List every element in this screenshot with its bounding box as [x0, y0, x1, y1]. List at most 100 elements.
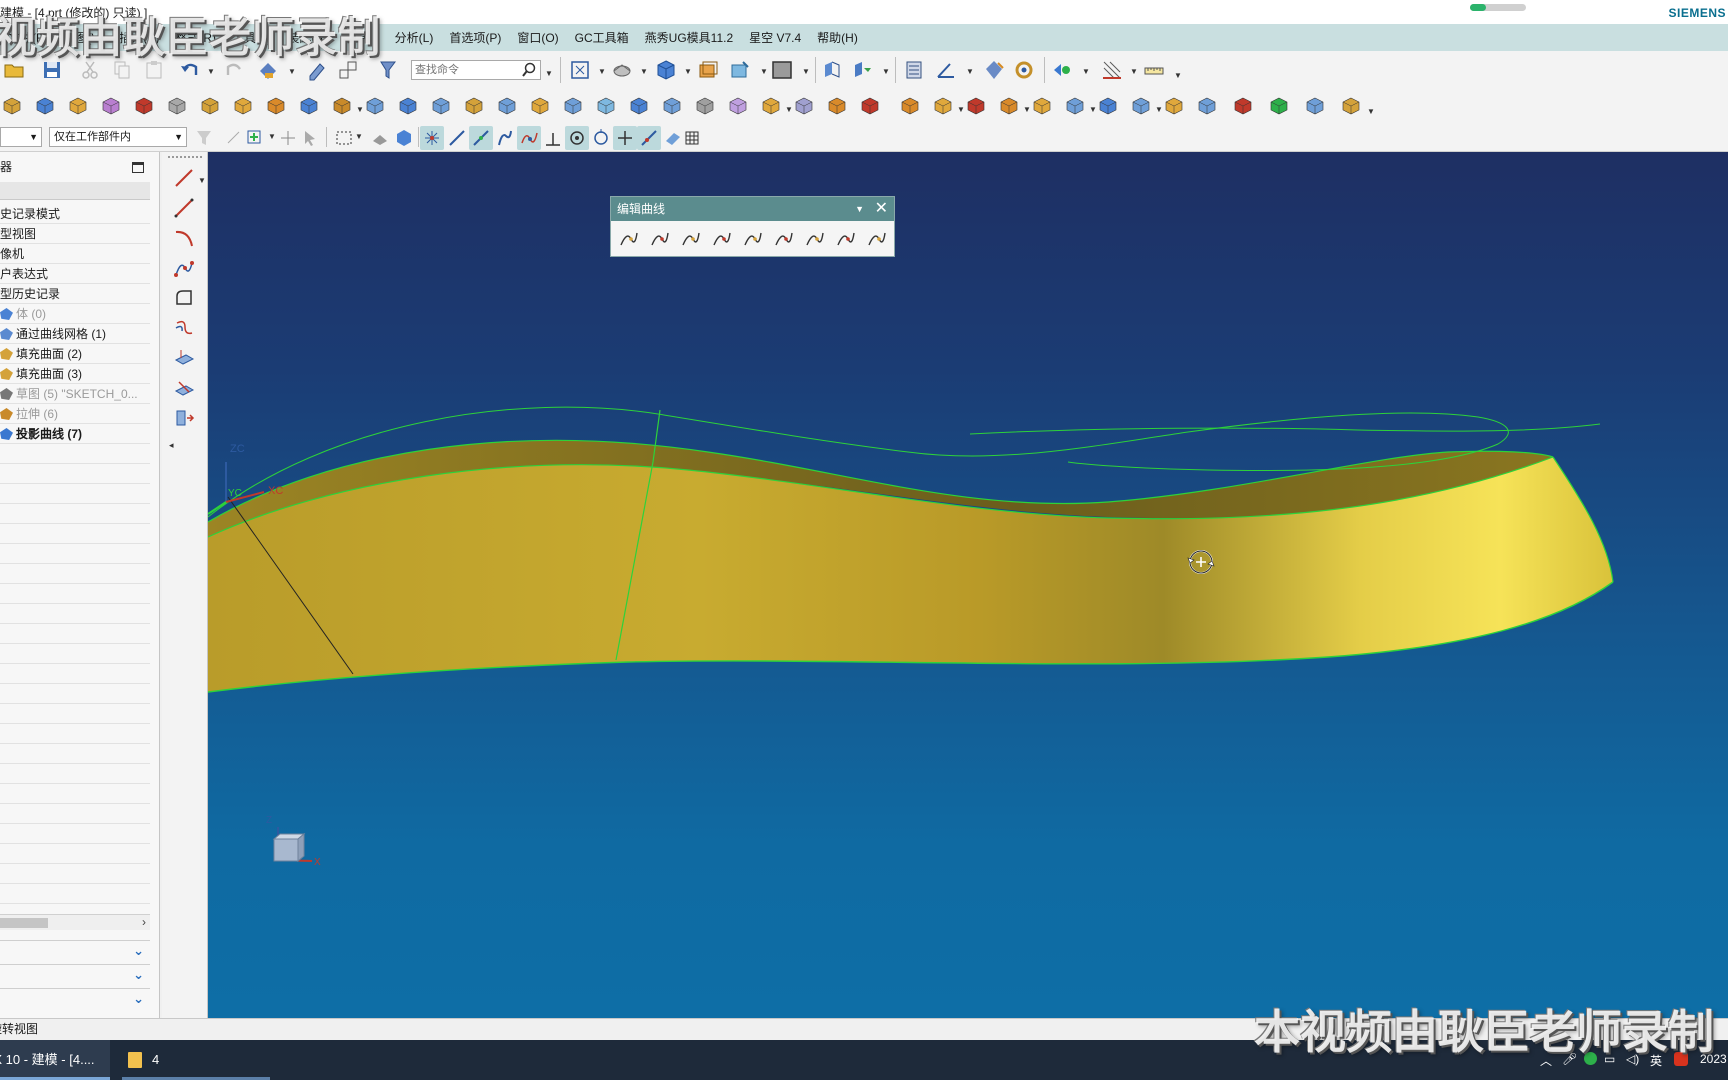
- background-color-icon[interactable]: [770, 58, 794, 82]
- rectangle-select-icon[interactable]: [332, 126, 356, 150]
- snap-point-icon[interactable]: [243, 126, 267, 150]
- intersection-curve-icon[interactable]: [172, 376, 196, 400]
- control-point-snap-icon[interactable]: [517, 126, 541, 150]
- measure-angle-icon[interactable]: [934, 58, 958, 82]
- edit-curve-params-icon[interactable]: [617, 227, 641, 251]
- arc-length-icon[interactable]: [803, 227, 827, 251]
- smooth-spline-icon[interactable]: [834, 227, 858, 251]
- center-snap-icon[interactable]: [565, 126, 589, 150]
- analysis-icon[interactable]: [1339, 94, 1363, 118]
- show-hide-icon[interactable]: [1050, 58, 1074, 82]
- copy-icon[interactable]: [110, 58, 134, 82]
- 3d-scene[interactable]: ZC XC YC Z X: [208, 152, 1728, 1018]
- command-finder-icon[interactable]: [256, 58, 280, 82]
- section-icon[interactable]: [1195, 94, 1219, 118]
- menu-item-2[interactable]: 插入(S): [111, 29, 167, 46]
- command-finder-dropdown-icon[interactable]: ▼: [288, 67, 296, 76]
- nsided-icon[interactable]: [1303, 94, 1327, 118]
- part-navigator-icon[interactable]: [902, 58, 926, 82]
- background-dropdown-icon[interactable]: ▼: [802, 67, 810, 76]
- sphere-icon[interactable]: [132, 94, 156, 118]
- extend-icon[interactable]: [1030, 94, 1054, 118]
- trim-corner-icon[interactable]: [679, 227, 703, 251]
- menu-item-3[interactable]: 格式(R): [167, 29, 224, 46]
- menu-item-11[interactable]: 燕秀UG模具11.2: [637, 29, 741, 46]
- paste-icon[interactable]: [142, 58, 166, 82]
- menu-item-0[interactable]: 文件(F): [0, 29, 55, 46]
- split-icon[interactable]: [997, 94, 1021, 118]
- menu-item-5[interactable]: 装配(A): [279, 29, 335, 46]
- navigator-row[interactable]: 投影曲线 (7): [0, 424, 150, 444]
- redo-icon[interactable]: [222, 58, 246, 82]
- menu-item-10[interactable]: GC工具箱: [567, 29, 637, 46]
- point-on-curve-snap-icon[interactable]: [637, 126, 661, 150]
- trim-curve-icon[interactable]: [648, 227, 672, 251]
- existing-point-snap-icon[interactable]: [613, 126, 637, 150]
- edit-points-icon[interactable]: [865, 227, 889, 251]
- maximize-icon[interactable]: [132, 162, 144, 173]
- grid-select-icon[interactable]: [680, 126, 704, 150]
- rectangle-select-dropdown-icon[interactable]: ▼: [355, 132, 363, 141]
- layer-settings-icon[interactable]: [696, 58, 720, 82]
- move-to-layer-icon[interactable]: [728, 58, 752, 82]
- quadrant-snap-icon[interactable]: [589, 126, 613, 150]
- midpoint-snap-icon[interactable]: [469, 126, 493, 150]
- cut-icon[interactable]: [78, 58, 102, 82]
- taskbar-folder[interactable]: 4: [122, 1040, 272, 1080]
- arc-icon[interactable]: [172, 226, 196, 250]
- offset-curve-icon[interactable]: [172, 316, 196, 340]
- navigator-row[interactable]: 模型视图: [0, 224, 150, 244]
- open-folder-icon[interactable]: [2, 58, 26, 82]
- snap-dropdown-icon[interactable]: ▼: [268, 132, 276, 141]
- attribute-icon[interactable]: [982, 58, 1006, 82]
- chevron-right-icon[interactable]: ›: [142, 915, 146, 929]
- sweep-icon[interactable]: [330, 94, 354, 118]
- edit-object-display-icon[interactable]: [306, 58, 330, 82]
- navigator-row[interactable]: 体 (0): [0, 304, 150, 324]
- chamfer-icon[interactable]: [660, 94, 684, 118]
- navigator-row[interactable]: 历史记录模式: [0, 204, 150, 224]
- render-style-icon[interactable]: [610, 58, 634, 82]
- ruler-dropdown-icon[interactable]: ▼: [1174, 71, 1182, 80]
- search-icon[interactable]: [522, 62, 536, 81]
- navigator-row[interactable]: 模型历史记录: [0, 284, 150, 304]
- layer-dropdown-icon[interactable]: ▼: [760, 67, 768, 76]
- studio-surface-icon[interactable]: [1231, 94, 1255, 118]
- ime-indicator[interactable]: 英: [1650, 1052, 1662, 1069]
- menu-item-6[interactable]: 信息(I): [335, 29, 386, 46]
- menu-item-7[interactable]: 分析(L): [387, 29, 442, 46]
- undo-icon[interactable]: [178, 58, 202, 82]
- array-icon[interactable]: [264, 94, 288, 118]
- navigator-row[interactable]: 填充曲面 (3): [0, 364, 150, 384]
- sew-icon[interactable]: [858, 94, 882, 118]
- curve-snap-icon[interactable]: [493, 126, 517, 150]
- search-options-dropdown-icon[interactable]: ▼: [545, 69, 553, 78]
- line-tool-dropdown-icon[interactable]: ▼: [198, 176, 206, 185]
- volume-icon[interactable]: ◁): [1626, 1052, 1639, 1066]
- extract-curve-icon[interactable]: [172, 406, 196, 430]
- menu-item-8[interactable]: 首选项(P): [441, 29, 509, 46]
- command-search-box[interactable]: [411, 60, 541, 80]
- edit-curve-toolbar[interactable]: 编辑曲线 ▼ ✕: [610, 196, 895, 257]
- menu-item-9[interactable]: 窗口(O): [509, 29, 566, 46]
- bearing-tool-icon[interactable]: [1012, 58, 1036, 82]
- network-icon[interactable]: ▭: [1604, 1052, 1615, 1066]
- view-triad[interactable]: Z X: [266, 815, 321, 868]
- hole-icon[interactable]: [165, 94, 189, 118]
- chevron-down-icon[interactable]: ⌄: [133, 991, 144, 1007]
- shaded-cube-dropdown-icon[interactable]: ▼: [684, 67, 692, 76]
- shell-icon[interactable]: [693, 94, 717, 118]
- undo-dropdown-icon[interactable]: ▼: [207, 67, 215, 76]
- command-search-input[interactable]: [412, 61, 512, 79]
- stretch-curve-icon[interactable]: [772, 227, 796, 251]
- perpendicular-snap-icon[interactable]: [541, 126, 565, 150]
- show-hide-dropdown-icon[interactable]: ▼: [1082, 67, 1090, 76]
- horizontal-scrollbar[interactable]: ›: [0, 914, 150, 930]
- block-icon[interactable]: [33, 94, 57, 118]
- fillet-edit-icon[interactable]: [741, 227, 765, 251]
- end-point-snap-icon[interactable]: [420, 126, 444, 150]
- reset-filter-icon[interactable]: [192, 126, 216, 150]
- navigator-row[interactable]: 摄像机: [0, 244, 150, 264]
- fill-icon[interactable]: [759, 94, 783, 118]
- menu-item-4[interactable]: 工具(T): [224, 29, 279, 46]
